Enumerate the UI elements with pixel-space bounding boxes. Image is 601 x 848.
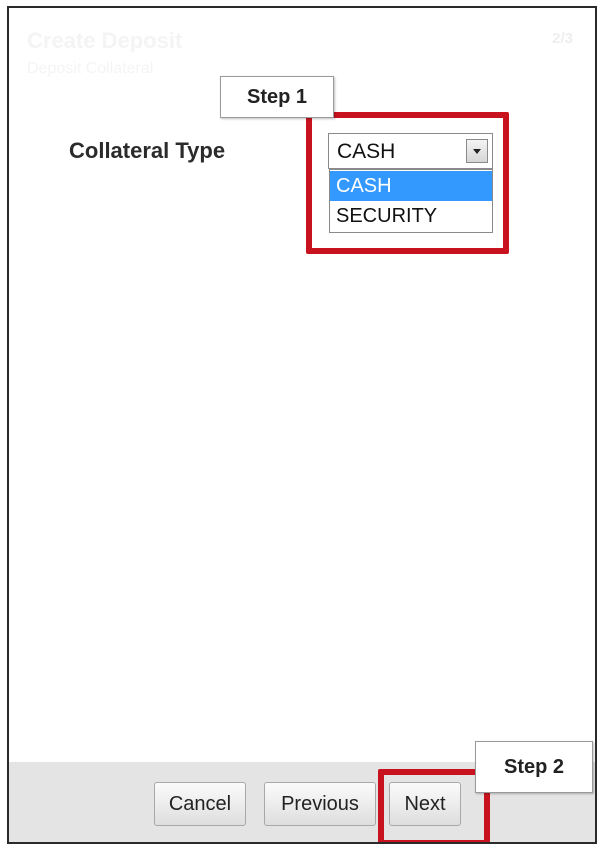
step1-callout: Step 1 — [220, 76, 334, 118]
page-indicator: 2/3 — [552, 30, 573, 47]
step2-highlight-box — [378, 769, 490, 842]
cancel-button[interactable]: Cancel — [154, 782, 246, 826]
step2-callout: Step 2 — [475, 741, 593, 793]
form-title: Create Deposit — [27, 28, 183, 53]
collateral-type-label: Collateral Type — [69, 138, 226, 163]
step1-highlight-box — [306, 112, 509, 254]
previous-button[interactable]: Previous — [264, 782, 376, 826]
mobile-form-frame: Create Deposit Deposit Collateral 2/3 Co… — [7, 6, 597, 844]
form-subtitle: Deposit Collateral — [27, 60, 154, 77]
